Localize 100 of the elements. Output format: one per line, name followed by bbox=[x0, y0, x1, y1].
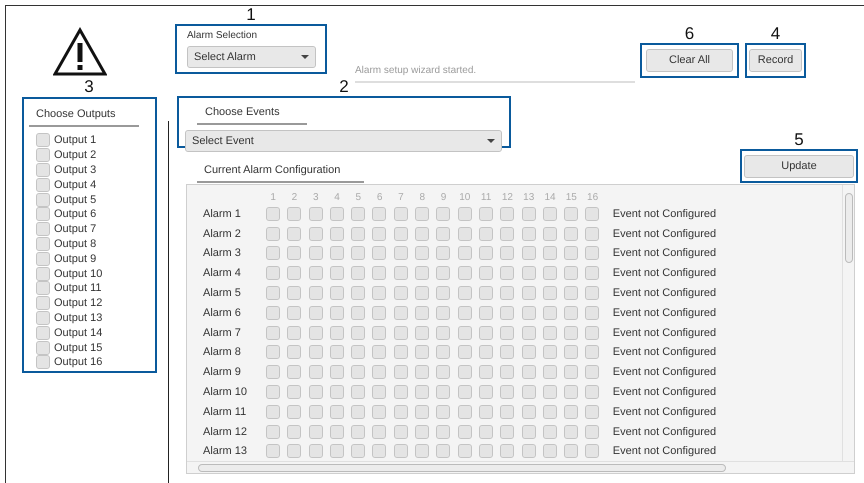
checkbox[interactable] bbox=[372, 385, 386, 400]
checkbox[interactable] bbox=[458, 385, 472, 400]
checkbox[interactable] bbox=[330, 345, 344, 360]
checkbox[interactable] bbox=[330, 404, 344, 419]
checkbox[interactable] bbox=[372, 306, 386, 320]
checkbox[interactable] bbox=[585, 266, 600, 280]
checkbox[interactable] bbox=[330, 246, 344, 260]
checkbox[interactable] bbox=[500, 226, 514, 241]
clear-all-button[interactable]: Clear All bbox=[646, 49, 733, 72]
checkbox[interactable] bbox=[351, 345, 366, 360]
checkbox[interactable] bbox=[36, 222, 50, 236]
checkbox[interactable] bbox=[436, 365, 450, 380]
checkbox[interactable] bbox=[308, 266, 323, 280]
checkbox[interactable] bbox=[500, 306, 514, 320]
checkbox[interactable] bbox=[478, 404, 493, 419]
checkbox[interactable] bbox=[351, 404, 366, 419]
checkbox[interactable] bbox=[542, 326, 557, 340]
checkbox[interactable] bbox=[564, 345, 578, 360]
checkbox[interactable] bbox=[351, 306, 366, 320]
alarm-dropdown[interactable]: Select Alarm bbox=[187, 46, 316, 68]
checkbox[interactable] bbox=[478, 444, 493, 458]
checkbox[interactable] bbox=[308, 326, 323, 340]
vertical-scrollbar[interactable] bbox=[842, 185, 854, 461]
checkbox[interactable] bbox=[266, 345, 280, 360]
checkbox[interactable] bbox=[36, 207, 50, 222]
checkbox[interactable] bbox=[308, 226, 323, 241]
checkbox[interactable] bbox=[585, 404, 600, 419]
checkbox[interactable] bbox=[458, 326, 472, 340]
checkbox[interactable] bbox=[266, 404, 280, 419]
checkbox[interactable] bbox=[36, 355, 50, 370]
checkbox[interactable] bbox=[436, 404, 450, 419]
checkbox[interactable] bbox=[478, 246, 493, 260]
checkbox[interactable] bbox=[500, 286, 514, 300]
checkbox[interactable] bbox=[266, 286, 280, 300]
checkbox[interactable] bbox=[394, 226, 408, 241]
checkbox[interactable] bbox=[585, 226, 600, 241]
checkbox[interactable] bbox=[372, 206, 386, 221]
checkbox[interactable] bbox=[564, 226, 578, 241]
checkbox[interactable] bbox=[522, 365, 536, 380]
checkbox[interactable] bbox=[351, 286, 366, 300]
checkbox[interactable] bbox=[287, 306, 302, 320]
checkbox[interactable] bbox=[478, 266, 493, 280]
checkbox[interactable] bbox=[478, 326, 493, 340]
record-button[interactable]: Record bbox=[749, 49, 802, 72]
checkbox[interactable] bbox=[330, 365, 344, 380]
checkbox[interactable] bbox=[287, 246, 302, 260]
checkbox[interactable] bbox=[585, 365, 600, 380]
checkbox[interactable] bbox=[522, 444, 536, 458]
checkbox[interactable] bbox=[542, 206, 557, 221]
checkbox[interactable] bbox=[436, 286, 450, 300]
checkbox[interactable] bbox=[500, 404, 514, 419]
checkbox[interactable] bbox=[394, 306, 408, 320]
checkbox[interactable] bbox=[564, 266, 578, 280]
checkbox[interactable] bbox=[436, 306, 450, 320]
checkbox[interactable] bbox=[415, 286, 430, 300]
checkbox[interactable] bbox=[522, 345, 536, 360]
checkbox[interactable] bbox=[415, 326, 430, 340]
checkbox[interactable] bbox=[308, 424, 323, 439]
checkbox[interactable] bbox=[436, 246, 450, 260]
checkbox[interactable] bbox=[542, 424, 557, 439]
checkbox[interactable] bbox=[585, 326, 600, 340]
checkbox[interactable] bbox=[394, 404, 408, 419]
checkbox[interactable] bbox=[542, 385, 557, 400]
checkbox[interactable] bbox=[585, 306, 600, 320]
checkbox[interactable] bbox=[287, 345, 302, 360]
checkbox[interactable] bbox=[564, 365, 578, 380]
checkbox[interactable] bbox=[287, 206, 302, 221]
checkbox[interactable] bbox=[308, 365, 323, 380]
checkbox[interactable] bbox=[458, 266, 472, 280]
checkbox[interactable] bbox=[415, 365, 430, 380]
checkbox[interactable] bbox=[266, 444, 280, 458]
checkbox[interactable] bbox=[330, 444, 344, 458]
checkbox[interactable] bbox=[478, 206, 493, 221]
checkbox[interactable] bbox=[351, 444, 366, 458]
checkbox[interactable] bbox=[372, 286, 386, 300]
checkbox[interactable] bbox=[478, 286, 493, 300]
checkbox[interactable] bbox=[585, 345, 600, 360]
checkbox[interactable] bbox=[522, 286, 536, 300]
checkbox[interactable] bbox=[500, 206, 514, 221]
checkbox[interactable] bbox=[436, 206, 450, 221]
checkbox[interactable] bbox=[394, 424, 408, 439]
checkbox[interactable] bbox=[522, 206, 536, 221]
checkbox[interactable] bbox=[372, 246, 386, 260]
checkbox[interactable] bbox=[564, 206, 578, 221]
checkbox[interactable] bbox=[500, 365, 514, 380]
checkbox[interactable] bbox=[394, 246, 408, 260]
checkbox[interactable] bbox=[458, 306, 472, 320]
checkbox[interactable] bbox=[351, 226, 366, 241]
checkbox[interactable] bbox=[436, 326, 450, 340]
checkbox[interactable] bbox=[330, 306, 344, 320]
checkbox[interactable] bbox=[458, 286, 472, 300]
checkbox[interactable] bbox=[500, 385, 514, 400]
checkbox[interactable] bbox=[564, 385, 578, 400]
checkbox[interactable] bbox=[585, 424, 600, 439]
checkbox[interactable] bbox=[36, 252, 50, 266]
checkbox[interactable] bbox=[436, 385, 450, 400]
checkbox[interactable] bbox=[394, 206, 408, 221]
checkbox[interactable] bbox=[287, 365, 302, 380]
checkbox[interactable] bbox=[394, 326, 408, 340]
checkbox[interactable] bbox=[522, 266, 536, 280]
